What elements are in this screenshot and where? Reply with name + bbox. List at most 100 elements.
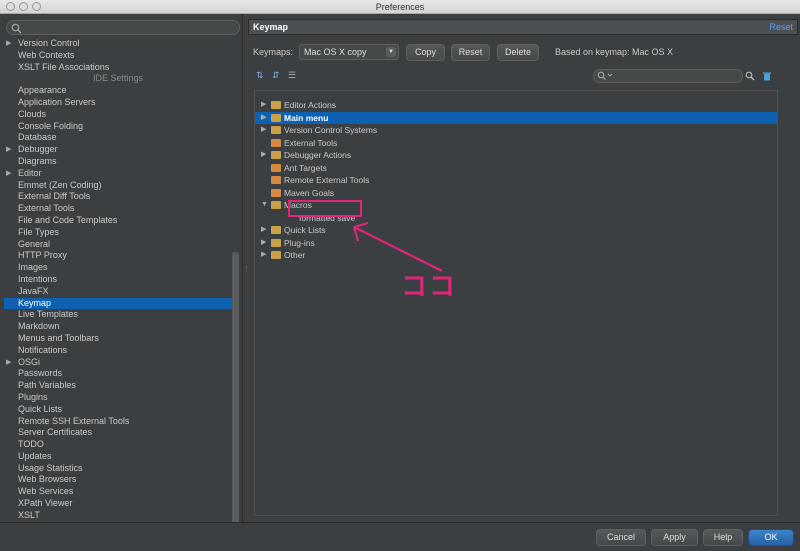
sidebar-item[interactable]: External Diff Tools xyxy=(4,191,232,203)
sidebar-item[interactable]: Usage Statistics xyxy=(4,463,232,475)
help-button[interactable]: Help xyxy=(703,529,743,546)
sidebar-item[interactable]: Application Servers xyxy=(4,97,232,109)
collapse-all-icon[interactable]: ⇵ xyxy=(272,70,282,80)
sidebar-item-label: Usage Statistics xyxy=(18,462,83,473)
sidebar-item[interactable]: Path Variables xyxy=(4,380,232,392)
ok-button[interactable]: OK xyxy=(748,529,794,546)
keymaps-row: Keymaps: Mac OS X copy ▼ Copy Reset Dele… xyxy=(253,44,793,62)
sidebar-item[interactable]: Plugins xyxy=(4,392,232,404)
action-group-row[interactable]: ▶ Other xyxy=(261,249,305,262)
find-shortcut-icon[interactable] xyxy=(745,71,755,81)
close-window-button[interactable] xyxy=(6,2,15,11)
settings-search-input[interactable] xyxy=(6,20,240,35)
minimize-window-button[interactable] xyxy=(19,2,28,11)
sidebar-item[interactable]: Notifications xyxy=(4,345,232,357)
trash-icon[interactable] xyxy=(762,71,772,81)
sidebar-item[interactable]: Emmet (Zen Coding) xyxy=(4,180,232,192)
sidebar-item[interactable]: Appearance xyxy=(4,85,232,97)
sidebar-item[interactable]: Passwords xyxy=(4,368,232,380)
action-group-row[interactable]: ▶ Editor Actions xyxy=(261,99,336,112)
sidebar-item[interactable]: Images xyxy=(4,262,232,274)
actions-tree: ▶ Editor Actions ▶ Main menu ▶ Version Contro… xyxy=(254,90,778,516)
keymap-select[interactable]: Mac OS X copy ▼ xyxy=(299,44,399,60)
sidebar-item[interactable]: File and Code Templates xyxy=(4,215,232,227)
sidebar-item[interactable]: XPath Viewer xyxy=(4,498,232,510)
copy-button[interactable]: Copy xyxy=(406,44,445,61)
sidebar-item[interactable]: Updates xyxy=(4,451,232,463)
action-search-input[interactable] xyxy=(593,69,743,83)
sidebar-item[interactable]: Web Browsers xyxy=(4,474,232,486)
sidebar-item[interactable]: Clouds xyxy=(4,109,232,121)
expand-arrow-icon[interactable]: ▶ xyxy=(261,149,266,162)
sidebar-item-label: XSLT xyxy=(18,509,40,520)
zoom-window-button[interactable] xyxy=(32,2,41,11)
expand-arrow-icon[interactable]: ▶ xyxy=(6,357,11,369)
sidebar-item[interactable]: ▶ Editor xyxy=(4,168,232,180)
sidebar-item-label: JavaFX xyxy=(18,285,49,296)
reset-button[interactable]: Reset xyxy=(451,44,490,61)
window-title: Preferences xyxy=(375,2,425,12)
sidebar-item[interactable]: Intentions xyxy=(4,274,232,286)
expand-all-icon[interactable]: ⇅ xyxy=(256,70,266,80)
sidebar-item[interactable]: Database xyxy=(4,132,232,144)
sidebar-item[interactable]: JavaFX xyxy=(4,286,232,298)
action-group-row[interactable]: Maven Goals xyxy=(271,187,334,200)
sidebar-item[interactable]: External Tools xyxy=(4,203,232,215)
action-label: Plug-ins xyxy=(284,237,315,248)
expand-arrow-icon[interactable]: ▶ xyxy=(261,249,266,262)
sidebar-item[interactable]: File Types xyxy=(4,227,232,239)
delete-button[interactable]: Delete xyxy=(497,44,539,61)
action-group-row[interactable]: ▶ Debugger Actions xyxy=(261,149,351,162)
expand-arrow-icon[interactable]: ▶ xyxy=(261,112,266,125)
sidebar-item[interactable]: Live Templates xyxy=(4,309,232,321)
sidebar-item-label: XSLT File Associations xyxy=(18,61,110,72)
sidebar-item[interactable]: Server Certificates xyxy=(4,427,232,439)
expand-arrow-icon[interactable]: ▶ xyxy=(6,168,11,180)
action-group-row[interactable]: ▶ Version Control Systems xyxy=(261,124,377,137)
sidebar-item[interactable]: Web Contexts xyxy=(4,50,232,62)
folder-icon xyxy=(271,251,281,259)
sidebar-item[interactable]: Diagrams xyxy=(4,156,232,168)
search-icon xyxy=(597,71,613,80)
sidebar-item[interactable]: Web Services xyxy=(4,486,232,498)
expand-arrow-icon[interactable]: ▶ xyxy=(261,99,266,112)
chevron-down-icon: ▼ xyxy=(386,47,396,57)
expand-arrow-icon[interactable]: ▶ xyxy=(261,237,266,250)
edit-shortcut-icon[interactable]: ☰ xyxy=(288,70,298,80)
settings-sidebar: ▶ Version Control Web Contexts XSLT File As… xyxy=(0,14,242,532)
sidebar-item[interactable]: Console Folding xyxy=(4,121,232,133)
expand-arrow-icon[interactable]: ▶ xyxy=(6,144,11,156)
sidebar-scrollbar-thumb[interactable] xyxy=(232,252,239,532)
panel-reset-link[interactable]: Reset xyxy=(769,22,793,32)
cancel-button[interactable]: Cancel xyxy=(596,529,646,546)
action-group-row[interactable]: ▶ Plug-ins xyxy=(261,237,315,250)
expand-arrow-icon[interactable]: ▶ xyxy=(261,124,266,137)
action-group-row[interactable]: Remote External Tools xyxy=(271,174,369,187)
sidebar-item[interactable]: ▶ Version Control xyxy=(4,38,232,50)
sidebar-item-label: Appearance xyxy=(18,85,67,96)
expand-arrow-icon[interactable]: ▶ xyxy=(6,38,11,50)
sidebar-item[interactable]: Markdown xyxy=(4,321,232,333)
action-group-row[interactable]: External Tools xyxy=(271,137,337,150)
expand-arrow-icon[interactable]: ▶ xyxy=(261,224,266,237)
sidebar-item[interactable]: Keymap xyxy=(4,297,232,310)
sidebar-item[interactable]: XSLT xyxy=(4,510,232,522)
expand-arrow-icon[interactable]: ▼ xyxy=(261,199,268,212)
sidebar-item[interactable]: Quick Lists xyxy=(4,404,232,416)
action-group-row[interactable]: Ant Targets xyxy=(271,162,327,175)
sidebar-item[interactable]: XSLT File Associations xyxy=(4,62,232,74)
apply-button[interactable]: Apply xyxy=(651,529,698,546)
action-group-row[interactable]: ▶ Quick Lists xyxy=(261,224,326,237)
keymap-select-value: Mac OS X copy xyxy=(304,47,367,57)
action-label: Main menu xyxy=(284,112,329,123)
panel-header: Keymap Reset xyxy=(248,19,798,35)
sidebar-item[interactable]: HTTP Proxy xyxy=(4,250,232,262)
sidebar-item[interactable]: Menus and Toolbars xyxy=(4,333,232,345)
sidebar-item[interactable]: ▶ Debugger xyxy=(4,144,232,156)
action-label: Quick Lists xyxy=(284,225,326,235)
action-group-row[interactable]: ▶ Main menu xyxy=(255,111,777,125)
sidebar-item[interactable]: General xyxy=(4,239,232,251)
sidebar-item[interactable]: ▶ OSGi xyxy=(4,357,232,369)
sidebar-item[interactable]: TODO xyxy=(4,439,232,451)
sidebar-item[interactable]: Remote SSH External Tools xyxy=(4,416,232,428)
